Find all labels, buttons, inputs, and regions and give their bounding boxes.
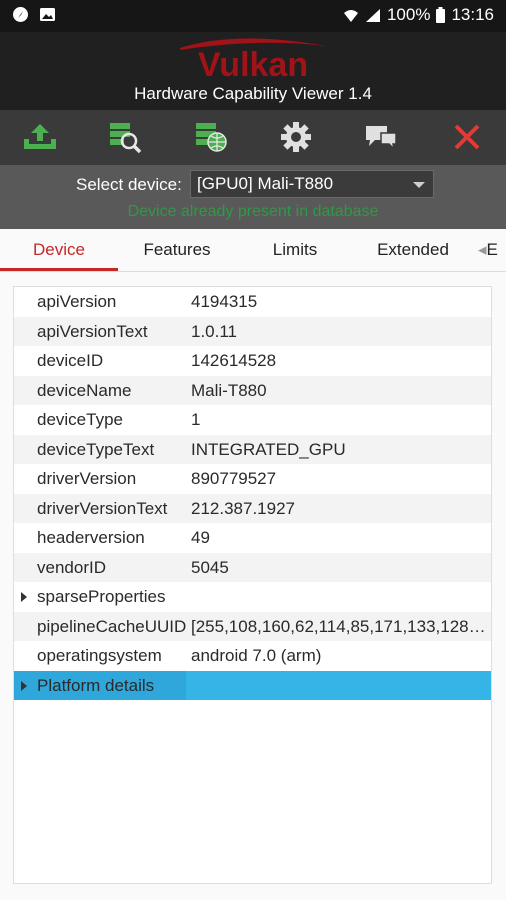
close-button[interactable] [447,119,487,155]
property-key: deviceName [37,380,132,400]
table-row[interactable]: pipelineCacheUUID [255,108,160,62,114,85… [14,611,491,641]
active-tab-indicator [0,268,118,271]
property-key: Platform details [37,675,155,695]
expand-arrow-icon[interactable] [21,680,27,691]
property-key: deviceTypeText [37,439,155,459]
property-value: 890779527 [191,469,277,488]
clock: 13:16 [451,5,494,24]
signal-icon [365,8,380,22]
upload-button[interactable] [20,119,60,155]
notification-icon [13,7,28,22]
property-value: 4194315 [191,292,258,311]
table-row[interactable]: operatingsystem android 7.0 (arm) [14,641,491,671]
toolbar [0,110,506,165]
property-value: 49 [191,528,210,547]
svg-text:Vulkan: Vulkan [198,46,308,82]
chevron-down-icon [413,182,425,188]
property-key: apiVersion [37,292,117,311]
tab-overflow-label: E [486,240,498,259]
table-row[interactable]: deviceTypeText INTEGRATED_GPU [14,434,491,464]
table-row[interactable]: driverVersionText 212.387.1927 [14,493,491,523]
property-value: 1 [191,410,201,429]
feedback-button[interactable] [361,119,401,155]
wifi-icon [343,9,358,22]
property-key: driverVersion [37,469,137,488]
database-status: Device already present in database [127,203,379,220]
vulkan-logo: Vulkan [180,38,326,82]
device-dropdown-value: [GPU0] Mali-T880 [197,174,334,193]
device-properties-table: apiVersion 4194315 apiVersionText 1.0.11… [13,286,492,884]
app-title: Hardware Capability Viewer 1.4 [134,84,372,103]
table-row-selected[interactable]: Platform details [14,670,491,700]
database-web-button[interactable] [191,119,231,155]
battery-percent: 100% [386,5,431,24]
status-bar: 100% 13:16 [0,0,506,32]
table-row[interactable]: deviceName Mali-T880 [14,375,491,405]
table-row[interactable]: apiVersionText 1.0.11 [14,316,491,346]
property-key: driverVersionText [37,498,168,518]
table-row-expandable[interactable]: sparseProperties [14,582,491,612]
property-key: sparseProperties [37,587,166,606]
search-database-icon [110,123,142,154]
close-icon [454,124,480,150]
table-row[interactable]: driverVersion 890779527 [14,464,491,494]
table-row[interactable]: apiVersion 4194315 [14,287,491,317]
property-key: apiVersionText [37,321,148,341]
tab-features[interactable]: Features [118,229,236,271]
tab-device[interactable]: Device [0,229,118,271]
property-value: android 7.0 (arm) [191,646,322,665]
property-key: deviceType [37,410,123,429]
device-dropdown[interactable]: [GPU0] Mali-T880 [190,170,434,198]
tab-extended[interactable]: Extended [354,229,472,271]
property-key: vendorID [37,557,106,577]
property-key: headerversion [37,528,145,547]
search-database-button[interactable] [105,119,145,155]
tab-overflow[interactable]: ◂E [478,229,506,271]
property-value: 1.0.11 [191,321,238,341]
property-value: 212.387.1927 [191,498,295,518]
property-value: 142614528 [191,351,277,370]
tab-limits[interactable]: Limits [236,229,354,271]
tab-bar: Device Features Limits Extended ◂E [0,229,506,272]
property-value: INTEGRATED_GPU [191,439,346,459]
property-key: deviceID [37,351,104,370]
settings-button[interactable] [276,119,316,155]
app-header: Vulkan Hardware Capability Viewer 1.4 [0,32,506,110]
select-device-label: Select device: [76,175,182,194]
table-row[interactable]: deviceType 1 [14,405,491,435]
expand-arrow-icon[interactable] [21,592,27,602]
property-key: pipelineCacheUUID [37,616,187,636]
property-value: 5045 [191,557,229,577]
device-select-bar: Select device: [GPU0] Mali-T880 Device a… [0,165,506,229]
database-web-icon [196,123,227,152]
upload-icon [24,124,56,149]
table-row[interactable]: deviceID 142614528 [14,346,491,376]
property-value: [255,108,160,62,114,85,171,133,128,143,4… [191,616,487,636]
gear-icon [281,122,311,152]
gallery-icon [40,8,55,21]
table-row[interactable]: vendorID 5045 [14,552,491,582]
property-key: operatingsystem [37,646,162,665]
chat-icon [366,126,397,152]
scroll-left-icon: ◂ [478,240,487,259]
table-row[interactable]: headerversion 49 [14,523,491,553]
battery-icon [436,7,446,23]
property-value: Mali-T880 [191,380,267,400]
